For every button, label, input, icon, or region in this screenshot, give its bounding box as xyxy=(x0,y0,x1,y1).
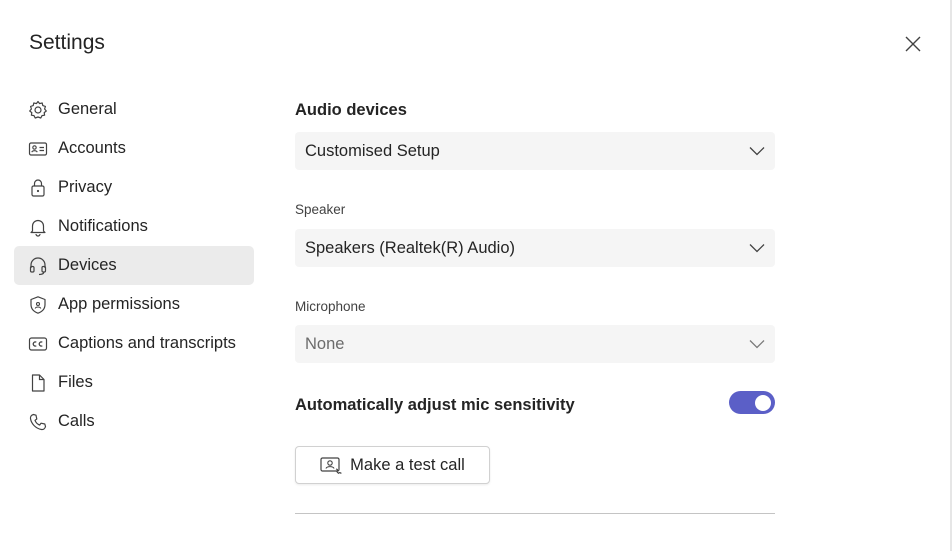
audio-devices-heading: Audio devices xyxy=(295,101,407,119)
audio-setup-dropdown[interactable]: Customised Setup xyxy=(295,132,775,170)
phone-icon xyxy=(28,412,48,432)
chevron-down-icon xyxy=(749,340,765,349)
gear-icon xyxy=(28,100,48,120)
divider xyxy=(295,513,775,514)
make-test-call-label: Make a test call xyxy=(350,455,465,474)
bell-icon xyxy=(28,217,48,237)
nav-item-captions[interactable]: Captions and transcripts xyxy=(14,324,254,363)
nav-item-accounts[interactable]: Accounts xyxy=(14,129,254,168)
nav-item-label: General xyxy=(58,100,117,118)
nav-item-privacy[interactable]: Privacy xyxy=(14,168,254,207)
nav-item-label: Privacy xyxy=(58,178,113,196)
nav-item-label: Files xyxy=(58,373,93,391)
microphone-dropdown[interactable]: None xyxy=(295,325,775,363)
toggle-knob xyxy=(755,394,771,411)
nav-item-label: Captions and transcripts xyxy=(58,334,236,352)
headset-icon xyxy=(28,256,48,276)
mic-sensitivity-toggle[interactable] xyxy=(729,391,775,414)
test-call-icon xyxy=(320,456,342,474)
nav-item-general[interactable]: General xyxy=(14,90,254,129)
nav-item-calls[interactable]: Calls xyxy=(14,402,254,441)
microphone-label: Microphone xyxy=(295,299,366,314)
microphone-value: None xyxy=(305,334,345,353)
mic-sensitivity-label: Automatically adjust mic sensitivity xyxy=(295,396,575,414)
speaker-label: Speaker xyxy=(295,202,346,217)
nav-item-label: Accounts xyxy=(58,139,126,157)
nav-item-app-permissions[interactable]: App permissions xyxy=(14,285,254,324)
nav-item-label: App permissions xyxy=(58,295,180,313)
nav-item-notifications[interactable]: Notifications xyxy=(14,207,254,246)
lock-icon xyxy=(28,178,48,198)
cc-icon xyxy=(28,334,48,354)
nav-item-devices[interactable]: Devices xyxy=(14,246,254,285)
chevron-down-icon xyxy=(749,147,765,156)
nav-item-label: Calls xyxy=(58,412,95,430)
speaker-dropdown[interactable]: Speakers (Realtek(R) Audio) xyxy=(295,229,775,267)
nav-item-label: Notifications xyxy=(58,217,148,235)
id-card-icon xyxy=(28,139,48,159)
close-button[interactable] xyxy=(900,31,926,57)
shield-icon xyxy=(28,295,48,315)
make-test-call-button[interactable]: Make a test call xyxy=(295,446,490,484)
settings-nav: General Accounts Privacy Notifications D… xyxy=(14,90,254,441)
chevron-down-icon xyxy=(749,244,765,253)
nav-item-files[interactable]: Files xyxy=(14,363,254,402)
audio-setup-value: Customised Setup xyxy=(305,141,440,160)
speaker-value: Speakers (Realtek(R) Audio) xyxy=(305,238,516,257)
page-title: Settings xyxy=(29,31,105,54)
nav-item-label: Devices xyxy=(58,256,117,274)
file-icon xyxy=(28,373,48,393)
close-icon xyxy=(905,36,921,52)
